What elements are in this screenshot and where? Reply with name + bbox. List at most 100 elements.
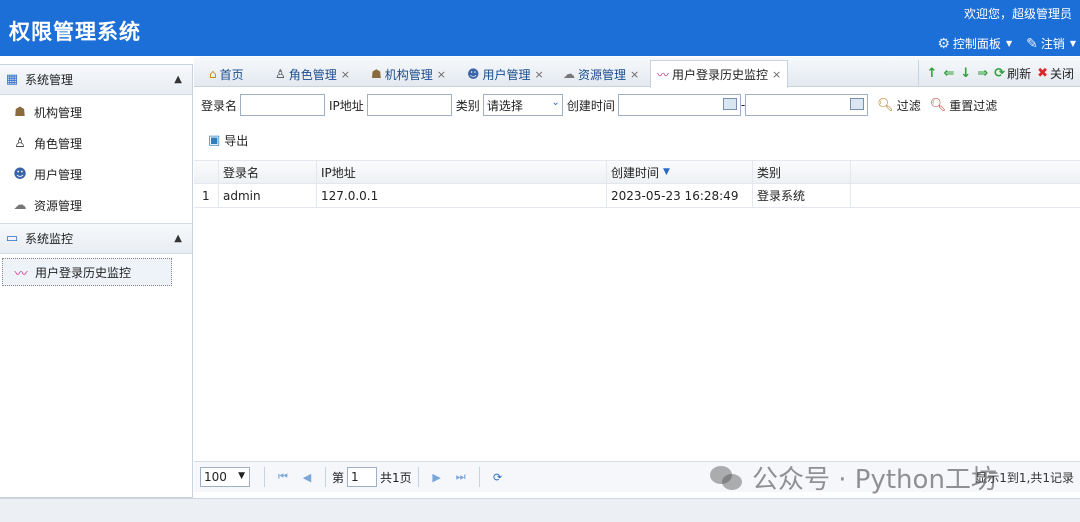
close-icon[interactable]: × (630, 68, 639, 81)
created-start-date-input[interactable] (617, 94, 741, 116)
sidebar-group-title: 系统管理 (25, 73, 74, 87)
last-page-button[interactable]: ⏭ (452, 470, 470, 484)
sidebar-item-login-history[interactable]: 〰 用户登录历史监控 (2, 258, 172, 286)
filter-button[interactable]: 🔍︎ 过滤 (877, 97, 921, 114)
tab-role[interactable]: ♙ 角色管理 × (268, 60, 357, 87)
export-icon: ▣ (208, 132, 221, 148)
tab-label: 角色管理 (288, 67, 337, 82)
logout-label: 注销 (1040, 37, 1065, 51)
cell-ip: 127.0.0.1 (317, 184, 607, 207)
org-icon: ☗ (14, 105, 26, 120)
welcome-text: 欢迎您，超级管理员 (963, 7, 1072, 21)
sidebar-group-title: 系统监控 (25, 232, 74, 246)
cell-created-time: 2023-05-23 16:28:49 (607, 184, 753, 207)
refresh-label: 刷新 (1007, 67, 1032, 81)
chevron-down-icon: ▼ (238, 471, 245, 481)
divider (478, 467, 480, 487)
sidebar-item-user[interactable]: ☻ 用户管理 (0, 159, 192, 190)
sidebar-item-label: 用户管理 (34, 168, 83, 182)
home-icon: ⌂ (209, 67, 217, 81)
export-button[interactable]: ▣ 导出 (194, 126, 248, 154)
logout-button[interactable]: ✎ 注销 ▼ (1026, 35, 1076, 52)
chevron-down-icon: ▼ (1069, 39, 1076, 48)
tab-label: 首页 (219, 67, 244, 82)
close-icon[interactable]: × (772, 68, 781, 81)
page-size-select[interactable]: 100 ▼ (200, 467, 250, 487)
chevron-up-icon[interactable]: ▲ (174, 74, 182, 85)
reload-button[interactable]: ⟳ (489, 471, 507, 484)
footer-bar (0, 498, 1080, 522)
logout-icon: ✎ (1026, 35, 1038, 52)
org-icon: ☗ (371, 67, 382, 81)
column-header-label: 创建时间 (611, 165, 660, 180)
column-header-created-time[interactable]: 创建时间 ▼ (607, 161, 753, 183)
move-up-button[interactable]: ↑ (927, 66, 938, 81)
close-icon[interactable]: × (437, 68, 446, 81)
tab-tools: ↑ ⇐ ↓ ⇒ ⟳ 刷新 ✖ 关闭 (917, 60, 1074, 87)
row-number: 1 (194, 184, 219, 207)
tab-login-history[interactable]: 〰 用户登录历史监控 × (650, 60, 789, 88)
refresh-button[interactable]: ⟳ 刷新 (994, 65, 1031, 82)
tab-resource[interactable]: ☁ 资源管理 × (556, 60, 646, 87)
sidebar-item-org[interactable]: ☗ 机构管理 (0, 97, 192, 128)
login-name-input[interactable] (240, 94, 326, 116)
ip-input[interactable] (366, 94, 452, 116)
prev-page-button[interactable]: ◀ (298, 471, 316, 484)
tab-label: 资源管理 (578, 67, 627, 82)
control-panel-button[interactable]: ⚙ 控制面板 ▼ (937, 35, 1012, 52)
move-left-button[interactable]: ⇐ (943, 66, 954, 81)
sidebar-group-body: 〰 用户登录历史监控 (0, 254, 192, 290)
gear-icon: ⚙ (937, 35, 950, 52)
move-down-button[interactable]: ↓ (960, 66, 971, 81)
next-page-button[interactable]: ▶ (428, 471, 446, 484)
sidebar-group-system-management[interactable]: ▦ 系统管理 ▲ (0, 65, 192, 95)
refresh-icon: ⟳ (994, 66, 1006, 81)
calendar-icon[interactable] (850, 98, 865, 110)
tab-label: 用户登录历史监控 (672, 68, 769, 82)
close-icon[interactable]: × (535, 68, 544, 81)
reset-filter-button[interactable]: 🔍︎ 重置过滤 (930, 97, 998, 114)
data-grid: 登录名 IP地址 创建时间 ▼ 类别 1 admin 127.0.0.1 202… (194, 160, 1080, 208)
column-header-login-name[interactable]: 登录名 (219, 161, 317, 183)
filter-bar: 登录名 IP地址 类别 请选择 ⌄ 创建时间 - 🔍︎ 过滤 🔍︎ 重置过滤 (194, 88, 1080, 122)
tab-label: 用户管理 (482, 67, 531, 82)
created-time-label: 创建时间 (566, 98, 615, 113)
calendar-icon[interactable] (722, 98, 737, 110)
category-select[interactable]: 请选择 ⌄ (482, 94, 563, 116)
page-total: 共1页 (380, 470, 412, 485)
close-icon[interactable]: × (341, 68, 350, 81)
close-x-icon: ✖ (1037, 66, 1048, 81)
table-row[interactable]: 1 admin 127.0.0.1 2023-05-23 16:28:49 登录… (194, 184, 1080, 208)
reset-filter-label: 重置过滤 (949, 98, 998, 113)
app-title: 权限管理系统 (9, 20, 141, 44)
tab-home[interactable]: ⌂ 首页 (202, 60, 251, 87)
move-right-button[interactable]: ⇒ (977, 66, 988, 81)
reset-magnifier-icon: 🔍︎ (929, 97, 947, 113)
sort-desc-icon: ▼ (663, 167, 670, 177)
tab-org[interactable]: ☗ 机构管理 × (364, 60, 453, 87)
created-end-date-input[interactable] (745, 94, 869, 116)
first-page-button[interactable]: ⏮ (274, 470, 292, 484)
arrow-left-icon: ⇐ (943, 66, 955, 81)
cell-login-name: admin (219, 184, 317, 207)
tab-user[interactable]: ☻ 用户管理 × (460, 60, 551, 87)
monitor-icon: ▭ (5, 231, 19, 246)
page-number-input[interactable]: 1 (347, 467, 378, 487)
user-icon: ☻ (13, 167, 27, 182)
column-header-label: IP地址 (321, 165, 356, 180)
sidebar-item-role[interactable]: ♙ 角色管理 (0, 128, 192, 159)
divider (264, 467, 265, 487)
column-header-category[interactable]: 类别 (753, 161, 851, 183)
sidebar-item-label: 角色管理 (34, 137, 83, 151)
chevron-up-icon[interactable]: ▲ (174, 233, 182, 244)
sidebar: ▦ 系统管理 ▲ ☗ 机构管理 ♙ 角色管理 ☻ 用户管理 ☁ 资源管理 ▭ 系… (0, 64, 193, 498)
close-all-button[interactable]: ✖ 关闭 (1037, 65, 1074, 82)
column-header-ip[interactable]: IP地址 (317, 161, 607, 183)
arrow-right-icon: ⇒ (977, 66, 989, 81)
sidebar-group-system-monitor[interactable]: ▭ 系统监控 ▲ (0, 224, 192, 254)
magnifier-icon: 🔍︎ (877, 97, 894, 113)
sidebar-item-resource[interactable]: ☁ 资源管理 (0, 190, 192, 221)
penguin-icon: ♙ (275, 67, 286, 81)
sidebar-item-label: 机构管理 (34, 106, 83, 120)
row-number-header (194, 161, 219, 183)
